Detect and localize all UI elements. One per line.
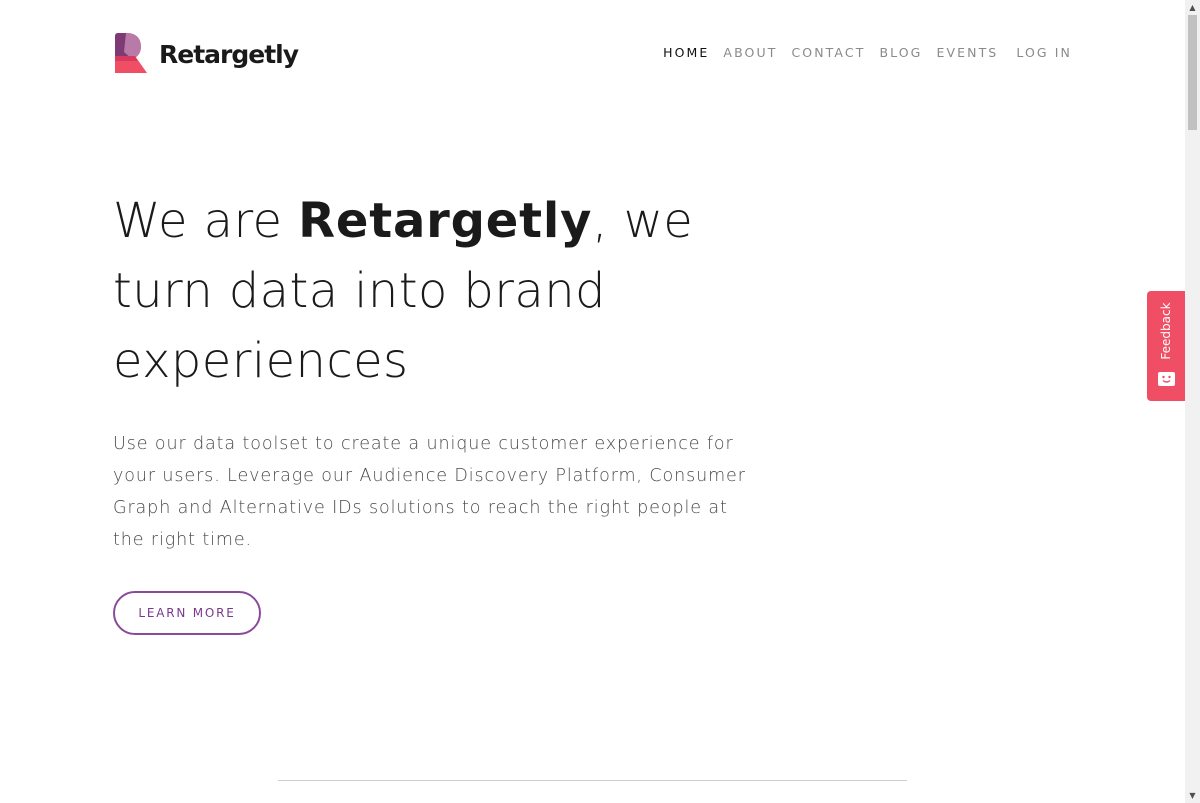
scroll-down-arrow-icon[interactable]: ▼ — [1185, 788, 1200, 803]
retargetly-logo-icon — [115, 33, 147, 73]
smiley-chat-icon — [1158, 372, 1175, 386]
brand-name: Retargetly — [159, 39, 299, 69]
nav-item-about[interactable]: ABOUT — [723, 45, 777, 61]
feedback-label: Feedback — [1159, 302, 1173, 360]
hero-description: Use our data toolset to create a unique … — [113, 434, 746, 550]
feedback-tab[interactable]: Feedback — [1147, 291, 1185, 401]
nav-item-blog[interactable]: BLOG — [879, 45, 922, 61]
nav-item-login[interactable]: LOG IN — [1016, 45, 1072, 61]
vertical-scrollbar[interactable]: ▲ ▼ — [1185, 0, 1200, 803]
brand-logo[interactable]: Retargetly — [114, 32, 299, 74]
hero-title: We are Retargetly, we turn data into bra… — [113, 186, 733, 396]
section-divider — [278, 780, 907, 781]
main-nav: HOME ABOUT CONTACT BLOG EVENTS LOG IN — [649, 45, 1072, 61]
page: Retargetly HOME ABOUT CONTACT BLOG EVENT… — [0, 0, 1185, 803]
hero-title-prefix: We are — [113, 193, 299, 249]
learn-more-button[interactable]: LEARN MORE — [113, 591, 261, 635]
nav-item-events[interactable]: EVENTS — [936, 45, 998, 61]
hero-title-brand: Retargetly — [298, 193, 593, 249]
nav-item-contact[interactable]: CONTACT — [791, 45, 865, 61]
nav-item-home[interactable]: HOME — [663, 45, 709, 61]
scrollbar-thumb[interactable] — [1188, 15, 1197, 130]
scroll-up-arrow-icon[interactable]: ▲ — [1185, 0, 1200, 15]
